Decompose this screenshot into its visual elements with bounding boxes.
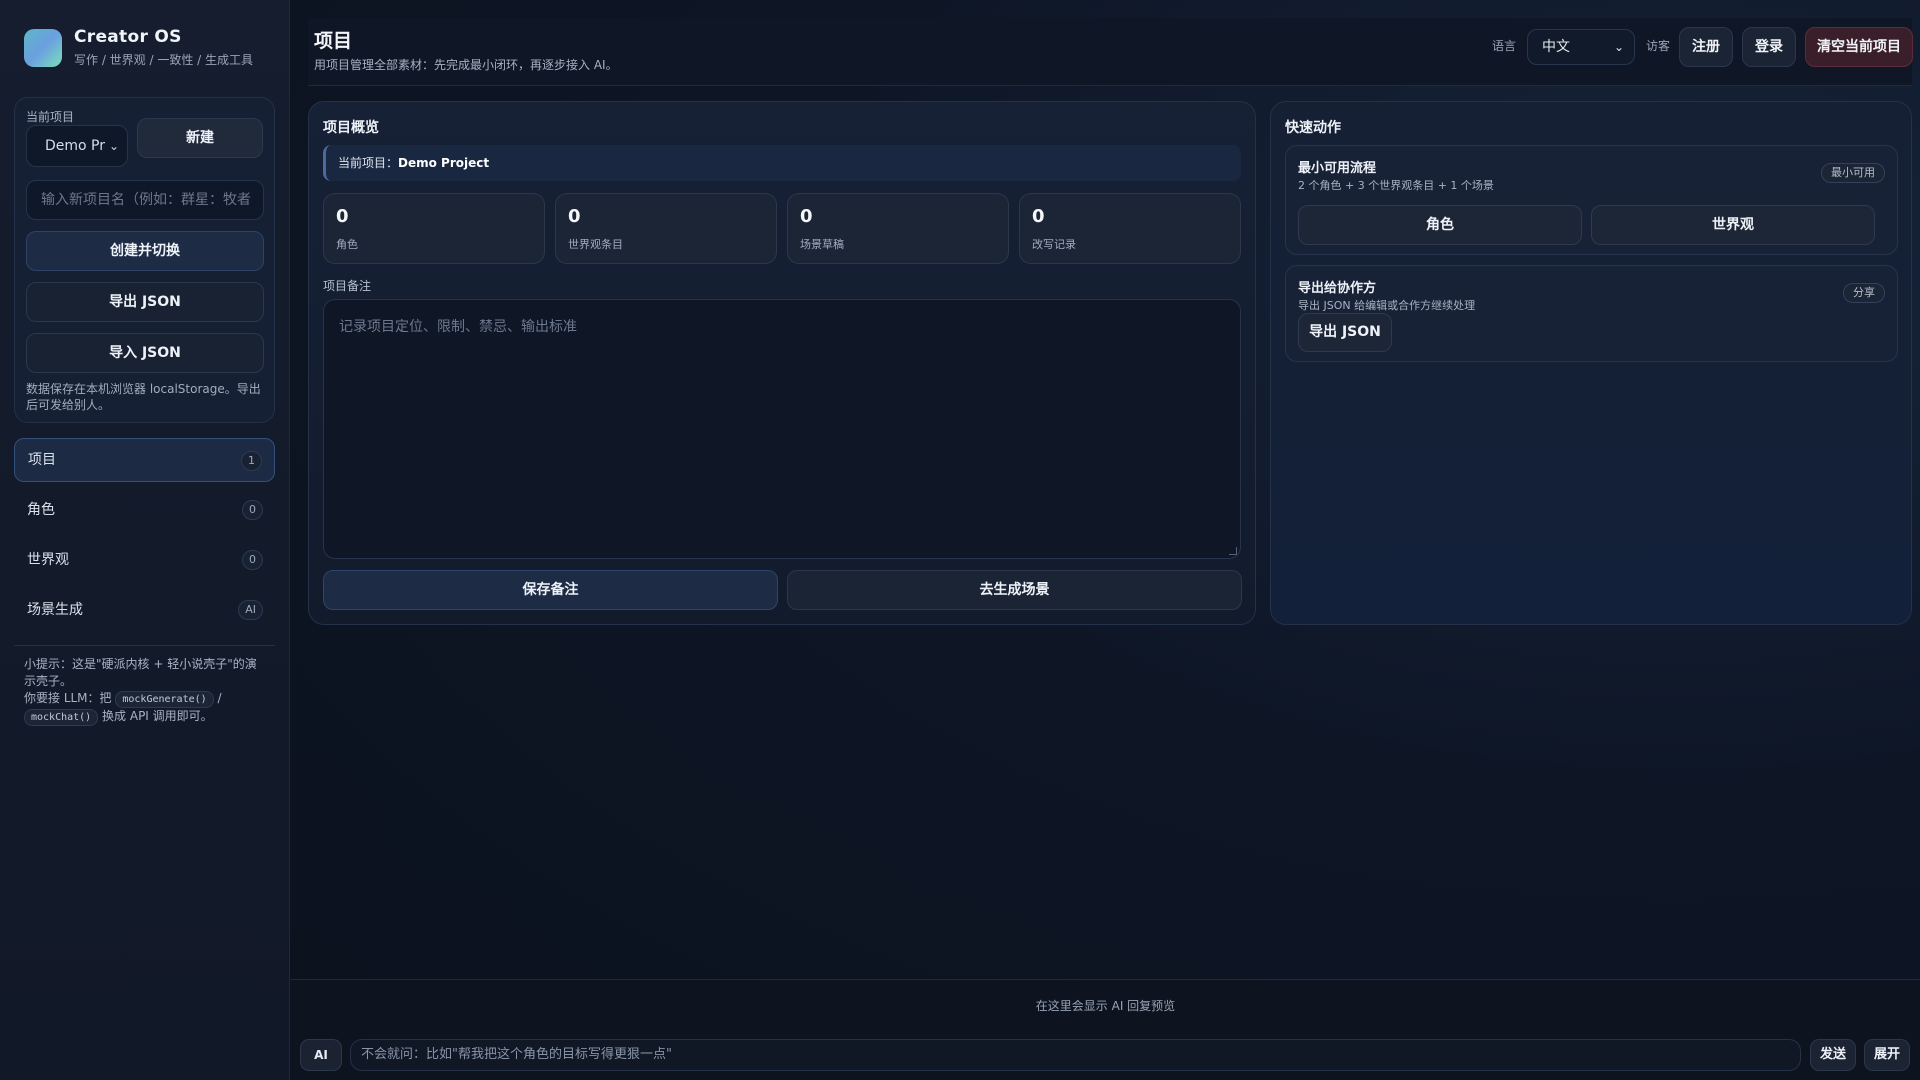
expand-button[interactable]: 展开	[1864, 1039, 1910, 1071]
go-generate-scene-button[interactable]: 去生成场景	[787, 570, 1242, 610]
sidebar-item-scene-generation[interactable]: 场景生成 AI	[14, 588, 275, 632]
sidebar-export-json-button[interactable]: 导出 JSON	[26, 282, 264, 322]
clear-project-button[interactable]: 清空当前项目	[1805, 27, 1913, 67]
page-subtitle: 用项目管理全部素材：先完成最小闭环，再逐步接入 AI。	[314, 58, 618, 72]
brand: Creator OS 写作 / 世界观 / 一致性 / 生成工具	[24, 27, 253, 68]
minimal-flow-card: 最小可用流程 2 个角色 + 3 个世界观条目 + 1 个场景 最小可用 角色 …	[1285, 145, 1898, 255]
notes-label: 项目备注	[323, 279, 372, 293]
ai-badge: AI	[238, 600, 263, 620]
sidebar-item-project[interactable]: 项目 1	[14, 438, 275, 482]
sidebar-item-label: 场景生成	[27, 602, 83, 618]
tip-line-1: 小提示：这是"硬派内核 + 轻小说壳子"的演示壳子。	[24, 657, 257, 688]
current-project-banner: 当前项目：Demo Project	[323, 145, 1241, 181]
sidebar-item-characters[interactable]: 角色 0	[14, 488, 275, 532]
stat-value: 0	[800, 206, 813, 227]
project-overview-panel: 项目概览 当前项目：Demo Project 0 角色 0 世界观条目 0 场景…	[308, 101, 1256, 625]
new-project-name-input[interactable]: 输入新项目名（例如：群星：牧者	[26, 180, 264, 220]
project-card: 当前项目 Demo Pr ⌄ 新建 输入新项目名（例如：群星：牧者 创建并切换 …	[14, 97, 275, 423]
stat-value: 0	[568, 206, 581, 227]
project-select[interactable]: Demo Pr ⌄	[26, 125, 128, 167]
count-badge: 0	[242, 500, 263, 520]
app-title: Creator OS	[74, 27, 182, 47]
quick-export-json-button[interactable]: 导出 JSON	[1298, 313, 1392, 352]
storage-note: 数据保存在本机浏览器 localStorage。导出后可发给别人。	[26, 382, 261, 412]
code-mock-chat: mockChat()	[24, 709, 99, 726]
page-title: 项目	[314, 30, 353, 52]
ai-label: AI	[300, 1039, 342, 1071]
sidebar-item-worldbuilding[interactable]: 世界观 0	[14, 538, 275, 582]
code-mock-generate: mockGenerate()	[115, 691, 214, 708]
current-project-name: Demo Project	[398, 156, 490, 170]
stat-label: 世界观条目	[568, 238, 623, 251]
create-and-switch-button[interactable]: 创建并切换	[26, 231, 264, 271]
resize-handle-icon[interactable]	[1229, 547, 1237, 555]
current-project-prefix: 当前项目：	[338, 156, 399, 170]
main-area: 项目 用项目管理全部素材：先完成最小闭环，再逐步接入 AI。 语言 中文 ⌄ 访…	[291, 0, 1920, 1080]
login-button[interactable]: 登录	[1742, 27, 1796, 67]
save-notes-button[interactable]: 保存备注	[323, 570, 778, 610]
sidebar-item-label: 角色	[27, 502, 55, 518]
card-tag: 最小可用	[1821, 163, 1885, 183]
go-characters-button[interactable]: 角色	[1298, 205, 1582, 245]
import-json-button[interactable]: 导入 JSON	[26, 333, 264, 373]
new-project-button[interactable]: 新建	[137, 118, 263, 158]
card-description: 2 个角色 + 3 个世界观条目 + 1 个场景	[1298, 179, 1494, 192]
app-logo	[24, 29, 62, 67]
project-select-value: Demo Pr	[45, 138, 105, 154]
stat-label: 场景草稿	[800, 238, 844, 251]
ai-chat-bar: 在这里会显示 AI 回复预览 AI 不会就问：比如"帮我把这个角色的目标写得更狠…	[291, 979, 1920, 1080]
chevron-down-icon: ⌄	[1613, 40, 1624, 54]
quick-actions-panel: 快速动作 最小可用流程 2 个角色 + 3 个世界观条目 + 1 个场景 最小可…	[1270, 101, 1912, 625]
stat-label: 改写记录	[1032, 238, 1076, 251]
stat-label: 角色	[336, 238, 358, 251]
count-badge: 1	[241, 451, 262, 471]
tip-line-2-prefix: 你要接 LLM：把	[24, 691, 112, 705]
stat-world-entries: 0 世界观条目	[555, 193, 777, 264]
sidebar: Creator OS 写作 / 世界观 / 一致性 / 生成工具 当前项目 De…	[0, 0, 290, 1080]
quick-actions-title: 快速动作	[1285, 120, 1341, 136]
stat-value: 0	[1032, 206, 1045, 227]
ai-reply-preview: 在这里会显示 AI 回复预览	[1035, 999, 1176, 1013]
language-label: 语言	[1492, 39, 1517, 53]
count-badge: 0	[242, 550, 263, 570]
page-header: 项目 用项目管理全部素材：先完成最小闭环，再逐步接入 AI。 语言 中文 ⌄ 访…	[308, 18, 1913, 86]
card-tag: 分享	[1843, 283, 1885, 303]
ai-chat-input[interactable]: 不会就问：比如"帮我把这个角色的目标写得更狠一点"	[350, 1039, 1801, 1071]
overview-title: 项目概览	[323, 120, 379, 136]
card-description: 导出 JSON 给编辑或合作方继续处理	[1298, 299, 1476, 312]
card-title: 导出给协作方	[1298, 281, 1377, 296]
notes-placeholder: 记录项目定位、限制、禁忌、输出标准	[339, 319, 577, 335]
tip-line-2-suffix: 换成 API 调用即可。	[102, 709, 213, 723]
stat-scene-drafts: 0 场景草稿	[787, 193, 1009, 264]
stat-rewrite-records: 0 改写记录	[1019, 193, 1241, 264]
send-button[interactable]: 发送	[1810, 1039, 1856, 1071]
sidebar-nav: 项目 1 角色 0 世界观 0 场景生成 AI	[14, 438, 275, 638]
language-select-value: 中文	[1542, 39, 1570, 55]
tip-text: 小提示：这是"硬派内核 + 轻小说壳子"的演示壳子。 你要接 LLM：把 moc…	[24, 656, 268, 726]
stat-characters: 0 角色	[323, 193, 545, 264]
sidebar-item-label: 项目	[28, 452, 56, 468]
card-title: 最小可用流程	[1298, 161, 1377, 176]
project-notes-textarea[interactable]: 记录项目定位、限制、禁忌、输出标准	[323, 299, 1241, 559]
language-select[interactable]: 中文 ⌄	[1527, 29, 1635, 65]
sidebar-divider	[14, 645, 275, 646]
go-worldbuilding-button[interactable]: 世界观	[1591, 205, 1875, 245]
chevron-down-icon: ⌄	[108, 139, 119, 153]
tip-separator: /	[217, 691, 222, 705]
register-button[interactable]: 注册	[1679, 27, 1733, 67]
stat-value: 0	[336, 206, 349, 227]
export-collaborator-card: 导出给协作方 导出 JSON 给编辑或合作方继续处理 分享 导出 JSON	[1285, 265, 1898, 362]
guest-label: 访客	[1646, 39, 1671, 53]
app-subtitle: 写作 / 世界观 / 一致性 / 生成工具	[74, 53, 254, 67]
sidebar-item-label: 世界观	[27, 552, 69, 568]
current-project-label: 当前项目	[26, 110, 75, 124]
